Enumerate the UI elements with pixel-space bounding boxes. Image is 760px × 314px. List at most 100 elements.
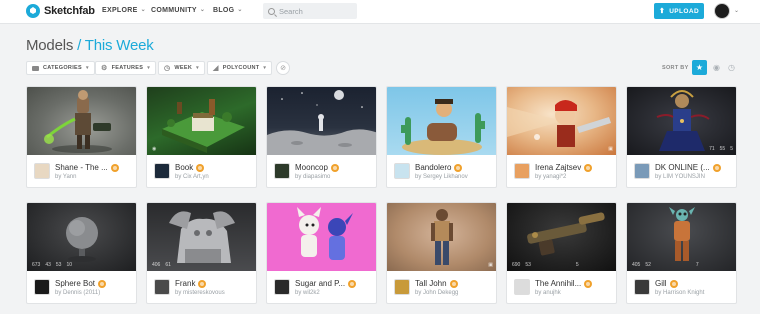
thumbnail-art [162,99,245,153]
model-author[interactable]: by Yann [55,174,76,180]
model-card[interactable]: 690 53 5 The Annihil... by anujhk [506,202,617,304]
search-input[interactable] [279,6,357,16]
model-author[interactable]: by Cix Art,yn [175,174,209,180]
model-thumbnail[interactable] [27,87,136,155]
model-title[interactable]: Gill [655,279,678,288]
model-thumbnail[interactable] [387,87,496,155]
model-card[interactable]: 673 43 53 10 Sphere Bot by Dennis (2011) [26,202,137,304]
model-author[interactable]: by Harrison Knight [655,290,704,296]
model-thumbnail[interactable]: ▣ [387,203,496,271]
model-thumbnail[interactable] [267,203,376,271]
model-author[interactable]: by anujhk [535,290,561,296]
model-title[interactable]: Tall John [415,279,458,288]
author-avatar[interactable] [394,279,410,295]
model-title[interactable]: The Annihil... [535,279,593,288]
chevron-down-icon: ⌄ [140,7,146,13]
model-title[interactable]: Shane - The ... [55,163,119,172]
author-avatar[interactable] [394,163,410,179]
model-thumbnail[interactable]: ◉ [147,87,256,155]
model-author-name: wil2k2 [303,290,320,296]
model-author[interactable]: by LIM YOUNSJIN [655,174,705,180]
sketchfab-logo-icon [26,4,40,18]
model-card[interactable]: Sugar and P... by wil2k2 [266,202,377,304]
author-avatar[interactable] [274,279,290,295]
model-author[interactable]: by Sergey Likhanov [415,174,468,180]
filter-features[interactable]: ⚙ FEATURES ▾ [95,61,157,75]
model-thumbnail[interactable]: 406 61 [147,203,256,271]
comments-count: 5 [730,146,733,152]
comments-count: 5 [575,262,579,268]
nav-blog[interactable]: BLOG ⌄ [213,7,243,14]
model-title[interactable]: DK ONLINE (... [655,163,721,172]
thumbnail-art [401,99,485,155]
author-avatar[interactable] [514,279,530,295]
model-author[interactable]: by Dennis (2011) [55,290,100,296]
model-author[interactable]: by wil2k2 [295,290,320,296]
upload-arrow-icon: ⬆ [658,8,666,15]
model-thumbnail[interactable]: 405 52 7 [627,203,736,271]
nav-explore-label: EXPLORE [102,7,138,14]
model-author[interactable]: by diapasimo [295,174,330,180]
sort-staff-picks-button[interactable]: ★ [692,60,707,75]
model-thumbnail[interactable]: 673 43 53 10 [27,203,136,271]
model-card-info: DK ONLINE (... by LIM YOUNSJIN [627,155,736,187]
sort-most-viewed-button[interactable]: ◉ [709,60,724,75]
thumbnail-stats: 405 52 7 [632,262,699,268]
model-author[interactable]: by yanagi*2 [535,174,566,180]
model-author[interactable]: by John Dekegg [415,290,458,296]
model-author-name: LIM YOUNSJIN [663,174,705,180]
model-title[interactable]: Sphere Bot [55,279,107,288]
model-title-text: Tall John [415,279,447,288]
model-thumbnail[interactable]: 71 55 5 [627,87,736,155]
model-card[interactable]: ▣ Tall John by John Dekegg [386,202,497,304]
author-avatar[interactable] [154,163,170,179]
model-card[interactable]: 71 55 5 DK ONLINE (... by LIM YOUNSJIN [626,86,737,188]
author-avatar[interactable] [154,279,170,295]
model-card[interactable]: 405 52 7 Gill by Harrison Knight [626,202,737,304]
thumbnail-art [431,209,453,265]
model-author[interactable]: by mistereskovous [175,290,225,296]
model-card[interactable]: Shane - The ... by Yann [26,86,137,188]
staff-pick-badge-icon [110,163,119,172]
author-avatar[interactable] [274,163,290,179]
model-title[interactable]: Frank [175,279,207,288]
model-thumbnail[interactable] [267,87,376,155]
author-avatar[interactable] [34,163,50,179]
staff-pick-badge-icon [669,279,678,288]
views-count: 690 [512,262,521,268]
model-card[interactable]: Bandolero by Sergey Likhanov [386,86,497,188]
model-title[interactable]: Book [175,163,205,172]
reset-filters-button[interactable]: ⊘ [276,61,290,75]
author-avatar[interactable] [634,163,650,179]
model-thumbnail[interactable]: ▣ [507,87,616,155]
filter-week[interactable]: ◷ WEEK ▾ [158,61,205,75]
model-title[interactable]: Bandolero [415,163,463,172]
author-avatar[interactable] [514,163,530,179]
nav-explore[interactable]: EXPLORE ⌄ [102,7,146,14]
author-avatar[interactable] [634,279,650,295]
model-title[interactable]: Mooncop [295,163,339,172]
nav-community[interactable]: COMMUNITY ⌄ [151,7,205,14]
model-card[interactable]: ▣ Irena Zajtsev by yanagi*2 [506,86,617,188]
model-card[interactable]: Mooncop by diapasimo [266,86,377,188]
model-card[interactable]: ◉ Book by Cix Art,yn [146,86,257,188]
model-title[interactable]: Sugar and P... [295,279,357,288]
filter-categories[interactable]: CATEGORIES ▾ [26,61,95,75]
model-title[interactable]: Irena Zajtsev [535,163,593,172]
upload-button[interactable]: ⬆ UPLOAD [654,3,704,19]
filter-polycount[interactable]: ◢ POLYCOUNT ▾ [207,61,273,75]
sort-recent-button[interactable]: ◷ [724,60,739,75]
page-title-separator: / [73,37,85,54]
model-thumbnail[interactable]: 690 53 5 [507,203,616,271]
chevron-down-icon[interactable]: ⌄ [734,7,739,14]
model-card[interactable]: 406 61 Frank by mistereskovous [146,202,257,304]
comments-count: 7 [695,262,699,268]
model-title-text: Bandolero [415,163,452,172]
author-avatar[interactable] [34,279,50,295]
sketchfab-logo[interactable]: Sketchfab [26,4,95,18]
sort-by-label: SORT BY [662,65,689,71]
staff-pick-badge-icon [584,279,593,288]
staff-pick-badge-icon [98,279,107,288]
page-title-main: Models [26,37,74,54]
user-avatar[interactable] [714,3,730,19]
